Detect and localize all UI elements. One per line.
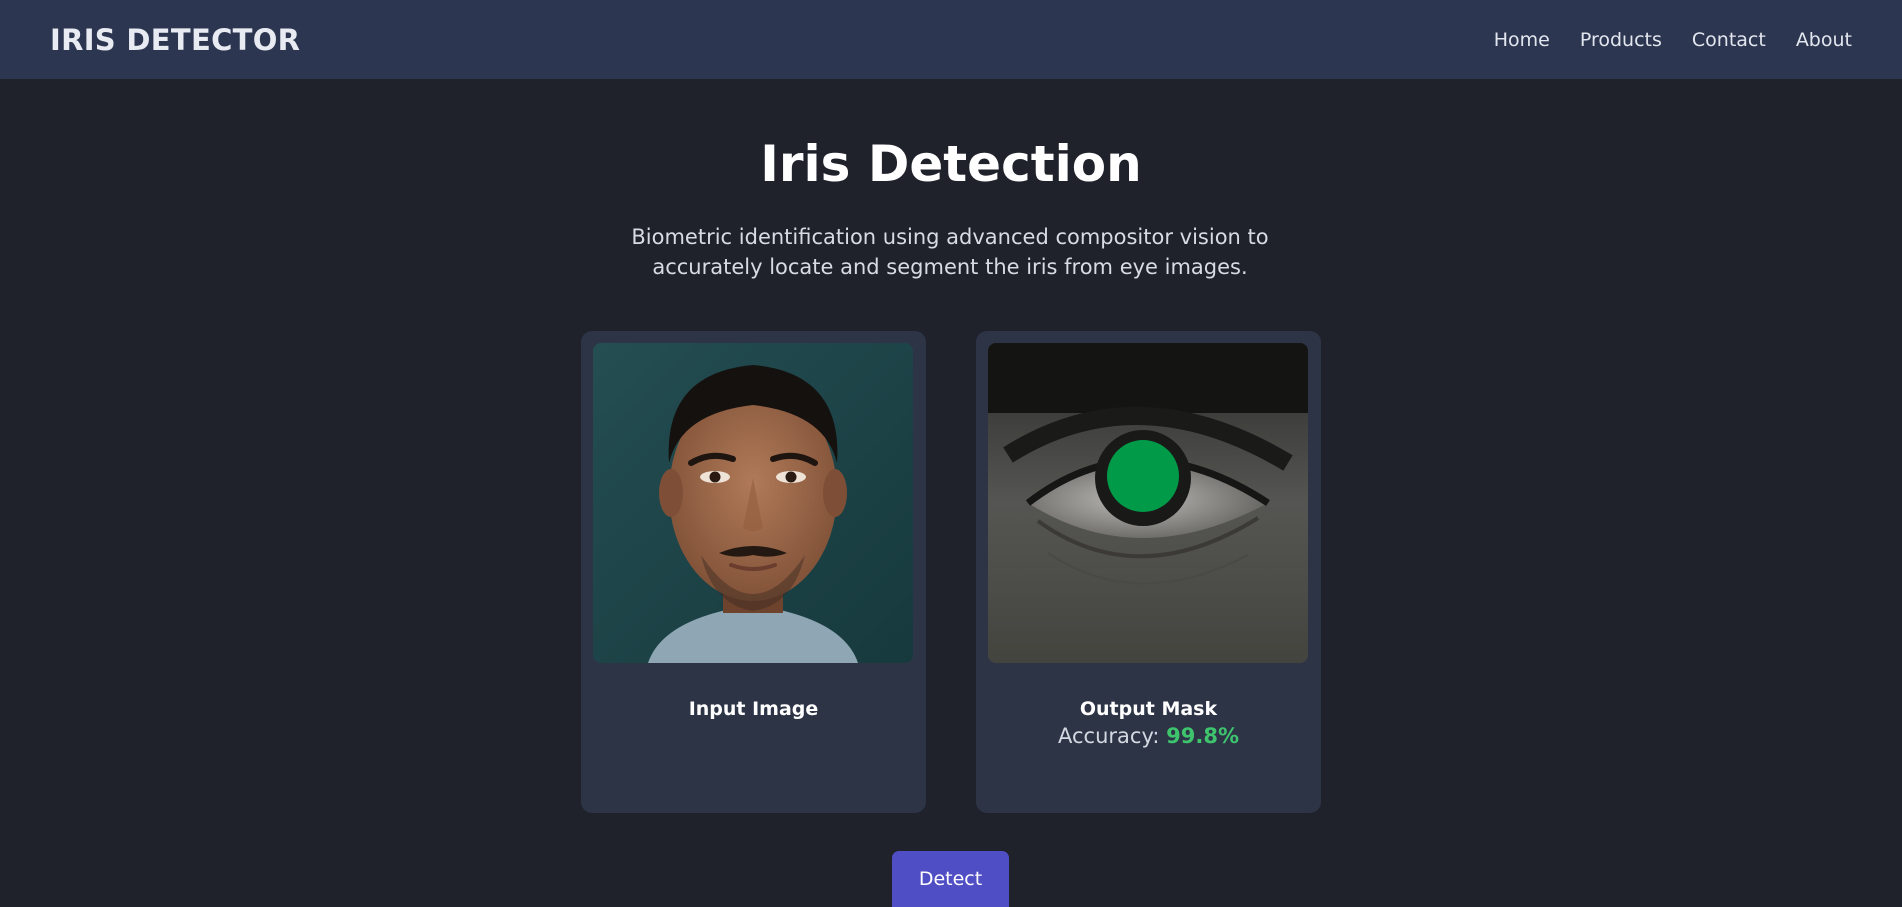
accuracy-label: Accuracy: (1058, 724, 1160, 748)
brand-logo[interactable]: IRIS DETECTOR (50, 23, 300, 57)
input-image-card: Input Image (581, 331, 926, 813)
nav-link-products[interactable]: Products (1580, 29, 1662, 51)
detect-button[interactable]: Detect (892, 851, 1009, 907)
nav-link-home[interactable]: Home (1494, 29, 1550, 51)
nav-link-about[interactable]: About (1796, 29, 1852, 51)
output-eye-mask-image (988, 343, 1308, 663)
accuracy-readout: Accuracy: 99.8% (976, 724, 1321, 748)
page-title: Iris Detection (760, 135, 1142, 193)
accuracy-value: 99.8% (1166, 724, 1239, 748)
output-mask-card: Output Mask Accuracy: 99.8% (976, 331, 1321, 813)
nav-links: Home Products Contact About (1494, 29, 1852, 51)
input-image-label: Input Image (688, 698, 819, 720)
top-navbar: IRIS DETECTOR Home Products Contact Abou… (0, 0, 1902, 79)
page-description: Biometric identification using advanced … (631, 225, 1269, 279)
output-mask-label: Output Mask (1079, 698, 1218, 720)
nav-link-contact[interactable]: Contact (1692, 29, 1766, 51)
input-face-image (593, 343, 913, 663)
